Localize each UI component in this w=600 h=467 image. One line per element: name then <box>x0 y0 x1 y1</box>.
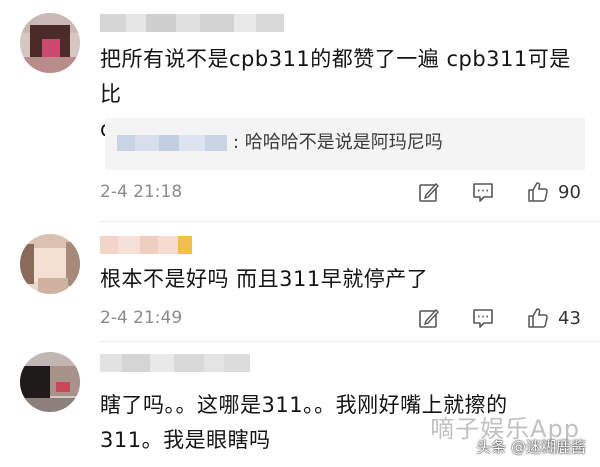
comment-item: 把所有说不是cpb311的都赞了一遍 cpb311可是比 dior999都正的正… <box>0 0 600 222</box>
username-blurred[interactable] <box>100 14 310 32</box>
edit-icon[interactable] <box>418 307 440 329</box>
action-bar: 43 <box>386 305 582 331</box>
avatar[interactable] <box>20 13 80 73</box>
action-bar: 90 <box>386 179 582 205</box>
username-blurred[interactable] <box>100 236 192 254</box>
edit-icon[interactable] <box>418 181 440 203</box>
thumbs-up-icon[interactable] <box>526 180 550 204</box>
reply-preview[interactable]: : 哈哈哈不是说是阿玛尼吗 <box>105 118 585 170</box>
comment-icon[interactable] <box>472 307 494 329</box>
reply-text: : 哈哈哈不是说是阿玛尼吗 <box>233 132 443 153</box>
username-blurred[interactable] <box>100 354 250 372</box>
comment-item: 根本不是好吗 而且311早就停产了 2-4 21:49 43 <box>0 222 600 342</box>
thumbs-up-icon[interactable] <box>526 306 550 330</box>
avatar[interactable] <box>20 234 80 294</box>
avatar[interactable] <box>20 352 80 412</box>
comment-icon[interactable] <box>472 181 494 203</box>
source-tag: 头条 @迷糊鹿酱 <box>476 438 586 456</box>
like-count: 43 <box>558 307 581 329</box>
comment-thread: 把所有说不是cpb311的都赞了一遍 cpb311可是比 dior999都正的正… <box>0 0 600 467</box>
comment-text: 根本不是好吗 而且311早就停产了 <box>100 267 429 291</box>
reply-username-blurred[interactable] <box>117 135 227 151</box>
comment-time: 2-4 21:18 <box>100 182 183 202</box>
comment-time: 2-4 21:49 <box>100 308 183 328</box>
like-count: 90 <box>558 181 581 203</box>
